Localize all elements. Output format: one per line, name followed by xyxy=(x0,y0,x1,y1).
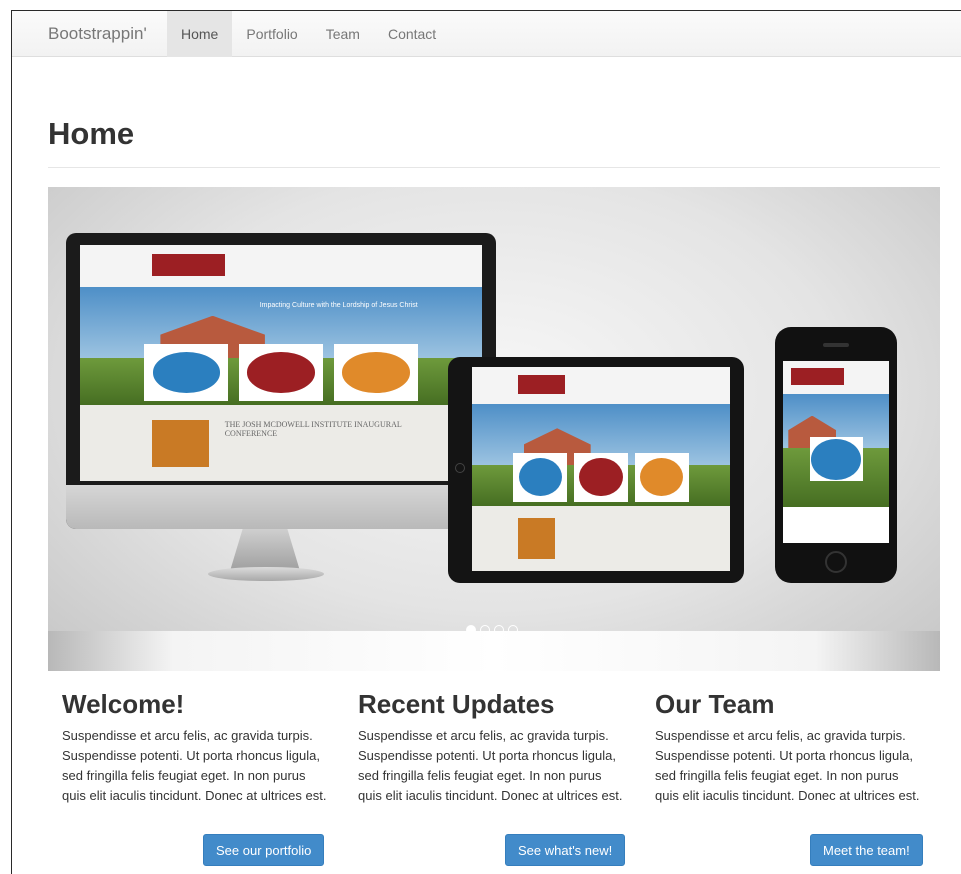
nav-item-contact[interactable]: Contact xyxy=(374,11,450,57)
tablet-mockup xyxy=(448,357,744,583)
nav-menu: Home Portfolio Team Contact xyxy=(167,11,450,57)
column-recent-updates: Recent Updates Suspendisse et arcu felis… xyxy=(358,689,626,806)
screen-tagline: Impacting Culture with the Lordship of J… xyxy=(259,301,418,309)
nav-item-home[interactable]: Home xyxy=(167,11,233,57)
navbar-brand[interactable]: Bootstrappin' xyxy=(48,24,147,44)
see-portfolio-button[interactable]: See our portfolio xyxy=(203,834,325,866)
column-body: Suspendisse et arcu felis, ac gravida tu… xyxy=(655,728,920,803)
monitor-stand-base xyxy=(208,567,324,581)
column-body: Suspendisse et arcu felis, ac gravida tu… xyxy=(62,728,327,803)
meet-team-button[interactable]: Meet the team! xyxy=(810,834,923,866)
column-heading: Welcome! xyxy=(62,689,185,719)
desktop-monitor-mockup: Impacting Culture with the Lordship of J… xyxy=(66,233,496,529)
column-our-team: Our Team Suspendisse et arcu felis, ac g… xyxy=(655,689,923,806)
nav-item-team[interactable]: Team xyxy=(312,11,374,57)
carousel-shadow xyxy=(48,631,940,671)
image-carousel[interactable]: Impacting Culture with the Lordship of J… xyxy=(48,187,940,671)
page-header-divider xyxy=(48,167,940,168)
see-whats-new-button[interactable]: See what's new! xyxy=(505,834,626,866)
column-heading: Our Team xyxy=(655,689,775,719)
column-heading: Recent Updates xyxy=(358,689,555,719)
monitor-screen: Impacting Culture with the Lordship of J… xyxy=(80,245,482,481)
page-title: Home xyxy=(48,116,135,151)
column-welcome: Welcome! Suspendisse et arcu felis, ac g… xyxy=(62,689,330,806)
navbar: Bootstrappin' Home Portfolio Team Contac… xyxy=(12,11,961,57)
screen-headline: THE JOSH MCDOWELL INSTITUTE INAUGURAL CO… xyxy=(224,419,402,438)
phone-mockup xyxy=(775,327,897,583)
tablet-screen xyxy=(472,367,730,571)
phone-screen xyxy=(783,361,889,543)
monitor-stand xyxy=(230,529,300,571)
browser-viewport: Bootstrappin' Home Portfolio Team Contac… xyxy=(11,10,961,874)
nav-item-portfolio[interactable]: Portfolio xyxy=(232,11,311,57)
column-body: Suspendisse et arcu felis, ac gravida tu… xyxy=(358,728,623,803)
